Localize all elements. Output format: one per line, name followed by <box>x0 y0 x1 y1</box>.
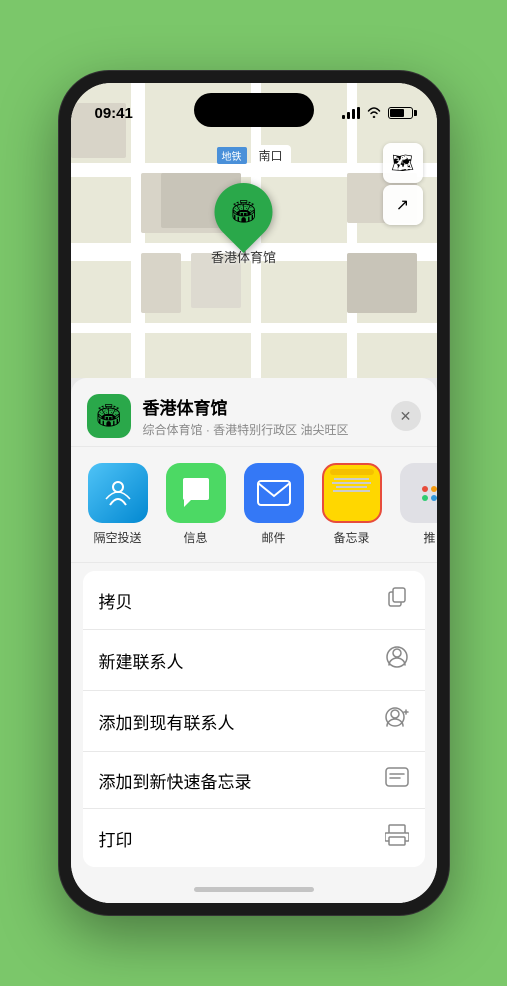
location-pin: 🏟 香港体育馆 <box>211 183 276 266</box>
mail-icon <box>244 463 304 523</box>
copy-icon <box>387 586 409 614</box>
close-button[interactable]: ✕ <box>391 401 421 431</box>
copy-menu-item[interactable]: 拷贝 <box>83 571 425 630</box>
new-contact-icon <box>385 645 409 675</box>
signal-bars-icon <box>342 107 360 119</box>
home-indicator <box>71 875 437 903</box>
phone-frame: 09:41 <box>59 71 449 915</box>
bottom-sheet: 🏟 香港体育馆 综合体育馆 · 香港特别行政区 油尖旺区 ✕ <box>71 378 437 903</box>
map-controls: 🗺 ↗ <box>383 143 423 225</box>
quick-note-label: 添加到新快速备忘录 <box>99 768 252 793</box>
wifi-icon <box>366 106 382 121</box>
print-label: 打印 <box>99 826 133 851</box>
quick-note-icon <box>385 767 409 793</box>
entrance-label: 南口 <box>250 145 290 166</box>
messages-label: 信息 <box>183 529 207 546</box>
venue-name: 香港体育馆 <box>143 394 379 419</box>
notes-icon <box>322 463 382 523</box>
airdrop-icon <box>88 463 148 523</box>
airdrop-action[interactable]: 隔空投送 <box>83 463 153 546</box>
close-icon: ✕ <box>400 408 412 425</box>
menu-list: 拷贝 新建联系人 <box>83 571 425 867</box>
location-arrow-icon: ↗ <box>396 195 409 215</box>
status-time: 09:41 <box>95 105 133 122</box>
mail-action[interactable]: 邮件 <box>239 463 309 546</box>
add-contact-label: 添加到现有联系人 <box>99 709 235 734</box>
print-icon <box>385 824 409 852</box>
battery-icon <box>388 107 413 119</box>
dynamic-island <box>194 93 314 127</box>
new-contact-menu-item[interactable]: 新建联系人 <box>83 630 425 691</box>
location-button[interactable]: ↗ <box>383 185 423 225</box>
more-action[interactable]: 推 <box>395 463 437 546</box>
new-contact-label: 新建联系人 <box>99 648 184 673</box>
subway-icon: 地铁 <box>216 147 246 164</box>
stadium-icon: 🏟 <box>230 199 258 225</box>
airdrop-label: 隔空投送 <box>93 529 141 546</box>
venue-subtitle: 综合体育馆 · 香港特别行政区 油尖旺区 <box>143 421 379 438</box>
mail-label: 邮件 <box>261 529 285 546</box>
venue-icon: 🏟 <box>87 394 131 438</box>
sheet-title-area: 香港体育馆 综合体育馆 · 香港特别行政区 油尖旺区 <box>143 394 379 438</box>
copy-label: 拷贝 <box>99 588 133 613</box>
quick-note-menu-item[interactable]: 添加到新快速备忘录 <box>83 752 425 809</box>
status-icons <box>342 106 413 121</box>
add-contact-icon <box>385 706 409 736</box>
home-bar <box>194 887 314 892</box>
share-actions-row: 隔空投送 信息 <box>71 447 437 563</box>
notes-action[interactable]: 备忘录 <box>317 463 387 546</box>
map-type-icon: 🗺 <box>391 153 414 174</box>
notes-label: 备忘录 <box>333 529 369 546</box>
pin-circle: 🏟 <box>202 171 284 253</box>
add-contact-menu-item[interactable]: 添加到现有联系人 <box>83 691 425 752</box>
sheet-header: 🏟 香港体育馆 综合体育馆 · 香港特别行政区 油尖旺区 ✕ <box>71 378 437 447</box>
phone-screen: 09:41 <box>71 83 437 903</box>
messages-action[interactable]: 信息 <box>161 463 231 546</box>
print-menu-item[interactable]: 打印 <box>83 809 425 867</box>
more-icon <box>400 463 437 523</box>
messages-icon <box>166 463 226 523</box>
map-type-button[interactable]: 🗺 <box>383 143 423 183</box>
more-label: 推 <box>423 529 435 546</box>
